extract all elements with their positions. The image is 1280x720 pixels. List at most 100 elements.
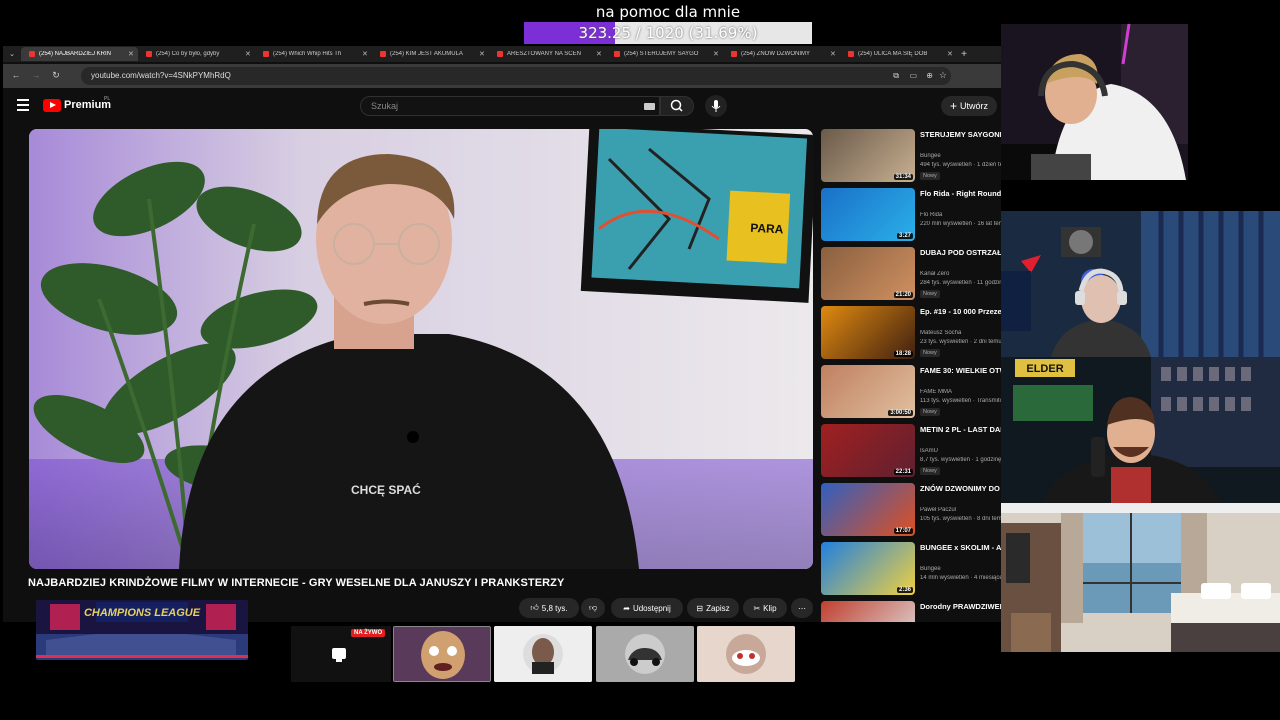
extension-icon[interactable]: ⊕ xyxy=(926,71,933,80)
more-actions-button[interactable]: ⋯ xyxy=(791,598,813,618)
browser-tab[interactable]: (254) STERUJEMY SAYGO ✕ xyxy=(606,47,723,61)
recommendation-thumbnail[interactable]: 31:34 xyxy=(821,129,915,182)
dislike-button[interactable]: 👎︎ xyxy=(581,598,605,618)
recommendation-duration: 3:00:50 xyxy=(888,410,913,416)
recommendation-item[interactable]: 2:36 BUNGEE x SKOLIM - AUTOBANA (prod. ..… xyxy=(821,542,1001,596)
recommendation-item[interactable]: 22:31 METIN 2 PL - LAST DANCE W MIELIŚCIE… xyxy=(821,424,1001,478)
stream-thumbnail-1[interactable] xyxy=(393,626,491,682)
like-button[interactable]: 👍︎ 5,8 tys. xyxy=(519,598,579,618)
translate-icon[interactable]: ⧉ xyxy=(893,71,899,81)
recommendation-item[interactable]: 3:00:50 FAME 30: WIELKIE OTWARCIE (POTRÓJ… xyxy=(821,365,1001,419)
hamburger-menu-icon[interactable] xyxy=(17,99,29,111)
recommendation-thumbnail[interactable]: 3:00:50 xyxy=(821,365,915,418)
browser-tab-title: (254) ULICA MA SIĘ DOB xyxy=(858,51,928,57)
recommendation-title[interactable]: BUNGEE x SKOLIM - AUTOBANA (prod. ...) xyxy=(920,543,1001,553)
thumbs-up-icon: 👍︎ xyxy=(530,603,539,612)
create-button[interactable]: + Utwórz xyxy=(941,96,997,116)
close-tab-icon[interactable]: ✕ xyxy=(128,50,138,58)
browser-tab[interactable]: (254) NAJBARDZIEJ KRIN ✕ xyxy=(21,47,138,61)
recommendation-meta: 113 tys. wyświetleń · Transmitowany xyxy=(920,398,1001,404)
recommendation-channel[interactable]: Bungee xyxy=(920,153,1001,159)
search-button[interactable] xyxy=(660,96,694,116)
address-bar[interactable]: youtube.com/watch?v=4SNkPYMhRdQ ⧉ ▭ ⊕ ☆ xyxy=(81,67,951,85)
close-tab-icon[interactable]: ✕ xyxy=(596,50,606,58)
recommendation-channel[interactable]: Mateusz Socha xyxy=(920,330,1001,336)
cast-icon[interactable]: ▭ xyxy=(909,71,917,80)
recommendation-item[interactable]: 18:28 Ep. #19 - 10 000 Przeze mnie Mateusz… xyxy=(821,306,1001,360)
stream-thumbnail-4[interactable] xyxy=(697,626,795,682)
recommendation-channel[interactable]: Flo Rida xyxy=(920,212,1001,218)
browser-tab[interactable]: (254) Which Whip Hits Th ✕ xyxy=(255,47,372,61)
recommendation-thumbnail[interactable]: 2:36 xyxy=(821,542,915,595)
recommendation-item[interactable]: 31:34 STERUJEMY SAYGONEM W MIEŚCIE Bungee 4… xyxy=(821,129,1001,183)
recommendation-thumbnail[interactable]: 18:28 xyxy=(821,306,915,359)
recommendation-thumbnail[interactable]: 3:27 xyxy=(821,188,915,241)
recommendation-title[interactable]: ZNÓW DZWONIMY DO NAJGORSZYCH MIESZKAŃ xyxy=(920,484,1001,494)
close-tab-icon[interactable]: ✕ xyxy=(362,50,372,58)
recommendation-thumbnail[interactable] xyxy=(821,601,915,622)
youtube-favicon-icon xyxy=(146,51,152,57)
browser-tab[interactable]: (254) Co by było, gdyby ✕ xyxy=(138,47,255,61)
recommendation-item[interactable]: 17:07 ZNÓW DZWONIMY DO NAJGORSZYCH MIESZK… xyxy=(821,483,1001,537)
browser-tab[interactable]: ARESZTOWANY NA SCEN ✕ xyxy=(489,47,606,61)
browser-tab[interactable]: (254) ULICA MA SIĘ DOB ✕ xyxy=(840,47,957,61)
save-label: Zapisz xyxy=(706,603,730,613)
recommendation-item[interactable]: Dorodny PRAWDZIWEK "Moment Prawdy" xyxy=(821,601,1001,622)
recommendation-duration: 17:07 xyxy=(893,528,913,534)
live-tile[interactable]: NA ŻYWO xyxy=(291,626,391,682)
clip-button[interactable]: ✂ Klip xyxy=(743,598,787,618)
browser-window: ⌄ (254) NAJBARDZIEJ KRIN ✕ (254) Co by był… xyxy=(3,46,1001,622)
close-tab-icon[interactable]: ✕ xyxy=(479,50,489,58)
voice-search-button[interactable] xyxy=(705,95,727,117)
back-icon[interactable]: ← xyxy=(9,68,23,82)
recommendation-thumbnail[interactable]: 22:31 xyxy=(821,424,915,477)
recommendation-title[interactable]: STERUJEMY SAYGONEM W MIEŚCIE xyxy=(920,130,1001,140)
tab-list-icon[interactable]: ⌄ xyxy=(3,50,21,58)
recommendation-thumbnail[interactable]: 17:07 xyxy=(821,483,915,536)
browser-tab[interactable]: (254) KIM JEST AKUMULA ✕ xyxy=(372,47,489,61)
recommendation-title[interactable]: Dorodny PRAWDZIWEK "Moment Prawdy" xyxy=(920,602,1001,612)
search-icon xyxy=(670,99,683,112)
recommendation-title[interactable]: FAME 30: WIELKIE OTWARCIE (POTRÓJNE FACE… xyxy=(920,366,1001,376)
close-tab-icon[interactable]: ✕ xyxy=(245,50,255,58)
recommendation-channel[interactable]: Paweł Paczul xyxy=(920,507,1001,513)
recommendation-title[interactable]: Ep. #19 - 10 000 Przeze mnie xyxy=(920,307,1001,317)
youtube-logo-icon[interactable] xyxy=(43,99,61,112)
webcam-3-frame: ELDER xyxy=(1001,357,1280,503)
champions-league-banner: CHAMPIONS LEAGUE xyxy=(36,600,248,660)
video-player[interactable]: PARA CHCĘ SPAĆ xyxy=(29,129,813,569)
recommendation-title[interactable]: METIN 2 PL - LAST DANCE W MIELIŚCIE RACJ… xyxy=(920,425,1001,435)
webcam-4-frame xyxy=(1001,503,1280,652)
new-badge: Nowy xyxy=(920,467,940,475)
close-tab-icon[interactable]: ✕ xyxy=(713,50,723,58)
recommendation-item[interactable]: 21:20 DUBAJ POD OSTRZAŁEM - TURYSTYCZNY R… xyxy=(821,247,1001,301)
recommendation-channel[interactable]: Bungee xyxy=(920,566,1001,572)
recommendation-thumbnail[interactable]: 21:20 xyxy=(821,247,915,300)
new-tab-button[interactable]: + xyxy=(957,49,971,60)
search-input[interactable]: Szukaj xyxy=(360,96,660,116)
save-button[interactable]: ⊟ Zapisz xyxy=(687,598,739,618)
recommendation-item[interactable]: 3:27 Flo Rida - Right Round (feat. Ke$ha)… xyxy=(821,188,1001,242)
stream-thumbnail-3[interactable] xyxy=(596,626,694,682)
recommendation-channel[interactable]: Kanał Zero xyxy=(920,271,1001,277)
browser-tab[interactable]: (254) ZNÓW DZWONIMY ✕ xyxy=(723,47,840,61)
forward-icon[interactable]: → xyxy=(29,68,43,82)
browser-tab-title: (254) STERUJEMY SAYGO xyxy=(624,51,699,57)
stream-thumbnail-2[interactable] xyxy=(494,626,592,682)
close-tab-icon[interactable]: ✕ xyxy=(947,50,957,58)
recommendation-channel[interactable]: IsAmU xyxy=(920,448,1001,454)
browser-tab-title: (254) KIM JEST AKUMULA xyxy=(390,51,463,57)
recommendation-channel[interactable]: FAME MMA xyxy=(920,389,1001,395)
recommendation-title[interactable]: Flo Rida - Right Round (feat. Ke$ha) [Of… xyxy=(920,189,1001,199)
bookmark-star-icon[interactable]: ☆ xyxy=(939,70,947,81)
save-icon: ⊟ xyxy=(696,603,704,613)
reload-icon[interactable]: ↻ xyxy=(49,68,63,82)
browser-tab-title: (254) Co by było, gdyby xyxy=(156,51,220,57)
car-avatar-3 xyxy=(596,626,694,682)
new-badge: Nowy xyxy=(920,408,940,416)
donation-goal-bar: 323.25 / 1020 (31.69%) xyxy=(524,22,812,44)
close-tab-icon[interactable]: ✕ xyxy=(830,50,840,58)
share-button[interactable]: ➦ Udostępnij xyxy=(611,598,683,618)
keyboard-icon[interactable] xyxy=(644,103,655,110)
recommendation-title[interactable]: DUBAJ POD OSTRZAŁEM - TURYSTYCZNY RAJ PŁ… xyxy=(920,248,1001,258)
